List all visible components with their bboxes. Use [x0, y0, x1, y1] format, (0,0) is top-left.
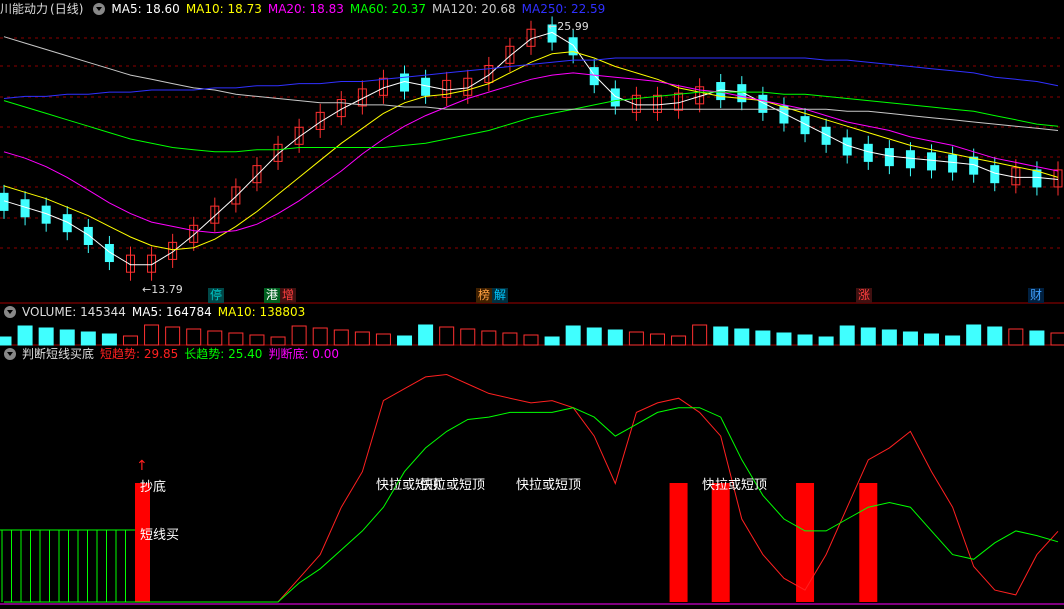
volume-bar-16	[333, 329, 349, 346]
event-tag-0[interactable]: 停	[208, 288, 225, 303]
volume-bar-46	[966, 324, 982, 346]
price-high-label: ←25.99	[548, 20, 589, 33]
event-tag-6[interactable]: 财	[1028, 288, 1045, 303]
volume-bar-36	[755, 330, 771, 346]
volume-bar-2	[38, 327, 54, 346]
price-low-label: ←13.79	[142, 283, 183, 296]
volume-bar-47	[987, 326, 1003, 346]
buy-arrow-icon: ↑	[136, 458, 148, 474]
ma-line-MA60	[3, 91, 1059, 153]
candle-body-43	[905, 150, 915, 169]
volume-bar-29	[607, 329, 623, 346]
volume-bar-37	[776, 332, 792, 346]
candle-body-42	[884, 148, 894, 167]
candle-body-44	[927, 152, 937, 171]
buy-bar-1	[711, 483, 730, 602]
volume-bar-19	[397, 335, 413, 346]
buy-bar-3	[859, 483, 878, 602]
candle-body-28	[589, 67, 599, 86]
volume-bar-49	[1029, 330, 1045, 346]
volume-bar-23	[481, 330, 497, 346]
indicator-annotation-5: 快拉或短顶	[702, 478, 768, 493]
candle-body-49	[1032, 169, 1042, 188]
volume-bar-26	[544, 336, 560, 346]
volume-bar-20	[418, 324, 434, 346]
volume-bar-9	[186, 328, 202, 346]
volume-bar-0	[0, 336, 12, 346]
candle-body-4	[83, 226, 93, 245]
volume-bar-38	[797, 334, 813, 346]
volume-bar-32	[671, 335, 687, 346]
volume-bar-30	[628, 331, 644, 346]
candle-body-5	[104, 243, 114, 263]
indicator-annotation-4: 快拉或短顶	[516, 478, 582, 493]
ma-line-MA250	[3, 57, 1059, 99]
volume-bar-14	[291, 325, 307, 346]
volume-bar-6	[122, 335, 138, 346]
volume-bar-22	[460, 328, 476, 346]
volume-bar-50	[1050, 332, 1064, 346]
volume-bar-45	[945, 335, 961, 346]
volume-bar-17	[354, 331, 370, 346]
volume-bar-3	[59, 329, 75, 346]
volume-bar-13	[270, 336, 286, 346]
volume-bar-31	[649, 333, 665, 346]
volume-bar-44	[924, 333, 940, 346]
indicator-annotation-0: 抄底	[140, 480, 167, 495]
event-tag-5[interactable]: 涨	[856, 288, 873, 303]
buy-bar-0	[669, 483, 688, 602]
volume-bar-1	[17, 325, 33, 346]
volume-bar-48	[1008, 328, 1024, 346]
volume-bar-40	[839, 325, 855, 346]
kline-chart[interactable]: ←25.99 ←13.79 ↑	[0, 0, 1064, 609]
volume-bar-11	[228, 332, 244, 346]
long-trend-line	[4, 407, 1059, 603]
volume-bar-28	[586, 327, 602, 346]
volume-bar-25	[523, 334, 539, 346]
volume-bar-21	[439, 326, 455, 346]
volume-bar-18	[375, 333, 391, 346]
event-tag-4[interactable]: 解	[492, 288, 509, 303]
candle-body-20	[421, 77, 431, 96]
volume-bar-41	[860, 327, 876, 346]
candle-body-3	[62, 214, 72, 233]
volume-bar-42	[881, 329, 897, 346]
event-tag-1[interactable]: 港	[264, 288, 281, 303]
volume-bar-15	[312, 327, 328, 346]
volume-bar-12	[249, 334, 265, 346]
volume-bar-43	[902, 331, 918, 346]
volume-bar-33	[692, 324, 708, 346]
volume-bar-34	[713, 326, 729, 346]
candle-body-45	[948, 154, 958, 173]
volume-bar-39	[818, 336, 834, 346]
volume-bar-27	[565, 325, 581, 346]
volume-bar-5	[101, 333, 117, 346]
volume-bar-35	[734, 328, 750, 346]
volume-bar-10	[207, 330, 223, 346]
indicator-annotation-1: 短线买	[140, 528, 180, 543]
event-tag-3[interactable]: 榜	[476, 288, 493, 303]
volume-bar-24	[502, 332, 518, 346]
event-tag-2[interactable]: 增	[280, 288, 297, 303]
indicator-annotation-3: 快拉或短顶	[420, 478, 486, 493]
volume-bar-7	[144, 324, 160, 346]
buy-bar-2	[796, 483, 815, 602]
volume-bar-8	[165, 326, 181, 346]
ma-line-MA5	[3, 31, 1059, 266]
volume-bar-4	[80, 331, 96, 346]
